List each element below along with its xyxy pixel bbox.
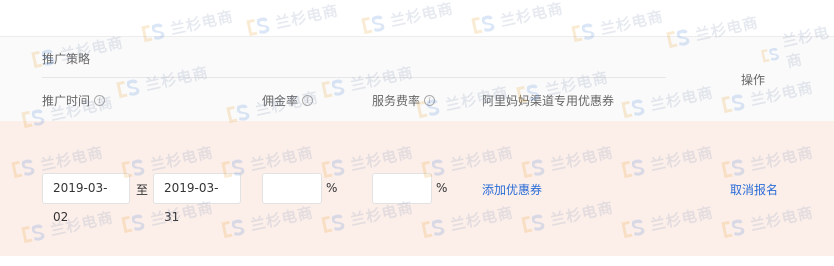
add-coupon-link[interactable]: 添加优惠券	[482, 181, 542, 198]
column-header-time: 推广时间 i	[42, 92, 106, 109]
column-header-commission: 佣金率 i	[262, 92, 314, 109]
info-icon[interactable]: i	[94, 95, 106, 106]
end-date-input[interactable]: 2019-03-31	[153, 173, 241, 224]
top-strip	[0, 0, 834, 37]
bottom-strip	[0, 256, 834, 266]
group-title: 推广策略	[42, 52, 91, 66]
commission-unit: %	[326, 181, 338, 195]
column-header-service: 服务费率 i	[372, 92, 436, 109]
service-rate-input[interactable]	[372, 173, 432, 204]
column-label-service: 服务费率	[372, 94, 421, 108]
group-divider	[42, 77, 666, 78]
column-header-coupon: 阿里妈妈渠道专用优惠券	[482, 92, 614, 109]
column-label-coupon: 阿里妈妈渠道专用优惠券	[482, 94, 615, 108]
date-range-separator: 至	[136, 183, 149, 197]
start-date-input[interactable]: 2019-03-02	[42, 173, 130, 224]
cancel-registration-link[interactable]: 取消报名	[730, 181, 778, 198]
info-icon[interactable]: i	[424, 95, 436, 106]
commission-rate-input[interactable]	[262, 173, 322, 204]
service-unit: %	[436, 181, 448, 195]
column-label-time: 推广时间	[42, 94, 91, 108]
column-label-commission: 佣金率	[262, 94, 299, 108]
info-icon[interactable]: i	[302, 95, 314, 106]
column-header-operations: 操作	[741, 73, 766, 87]
